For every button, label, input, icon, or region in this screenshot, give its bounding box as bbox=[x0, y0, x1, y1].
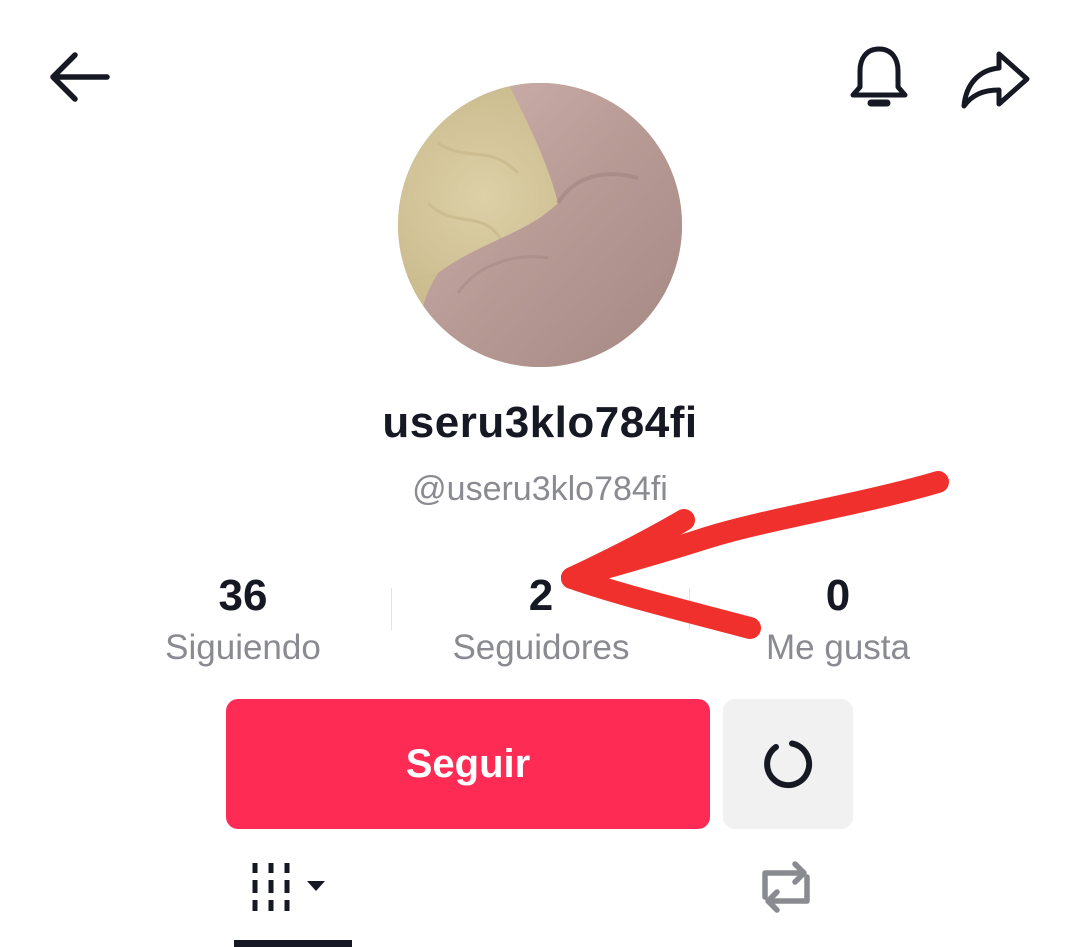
avatar-photo bbox=[398, 83, 682, 367]
likes-stat[interactable]: 0 Me gusta bbox=[688, 568, 988, 670]
followers-label: Seguidores bbox=[452, 628, 630, 667]
likes-count: 0 bbox=[825, 571, 851, 620]
avatar[interactable] bbox=[398, 83, 682, 367]
username-handle: @useru3klo784fi bbox=[412, 470, 668, 508]
back-button[interactable] bbox=[38, 42, 118, 112]
share-arrow-icon bbox=[961, 51, 1030, 109]
suggested-accounts-button[interactable] bbox=[723, 699, 853, 829]
tab-reposts[interactable] bbox=[733, 852, 839, 922]
bell-icon bbox=[850, 46, 908, 107]
follow-button[interactable]: Seguir bbox=[226, 699, 710, 829]
following-label: Siguiendo bbox=[165, 628, 321, 667]
followers-stat[interactable]: 2 Seguidores bbox=[391, 568, 691, 670]
tab-videos[interactable] bbox=[236, 852, 352, 922]
notification-bell-button[interactable] bbox=[842, 40, 916, 116]
display-name: useru3klo784fi bbox=[382, 398, 698, 447]
arrow-left-icon bbox=[50, 52, 110, 102]
following-stat[interactable]: 36 Siguiendo bbox=[93, 568, 393, 670]
likes-label: Me gusta bbox=[766, 628, 910, 667]
following-count: 36 bbox=[218, 571, 268, 620]
share-button[interactable] bbox=[952, 42, 1038, 116]
active-tab-indicator bbox=[234, 940, 352, 947]
grid-dropdown-icon bbox=[252, 863, 325, 911]
followers-count: 2 bbox=[528, 571, 554, 620]
repost-icon bbox=[762, 861, 810, 913]
refresh-circle-icon bbox=[764, 740, 813, 789]
